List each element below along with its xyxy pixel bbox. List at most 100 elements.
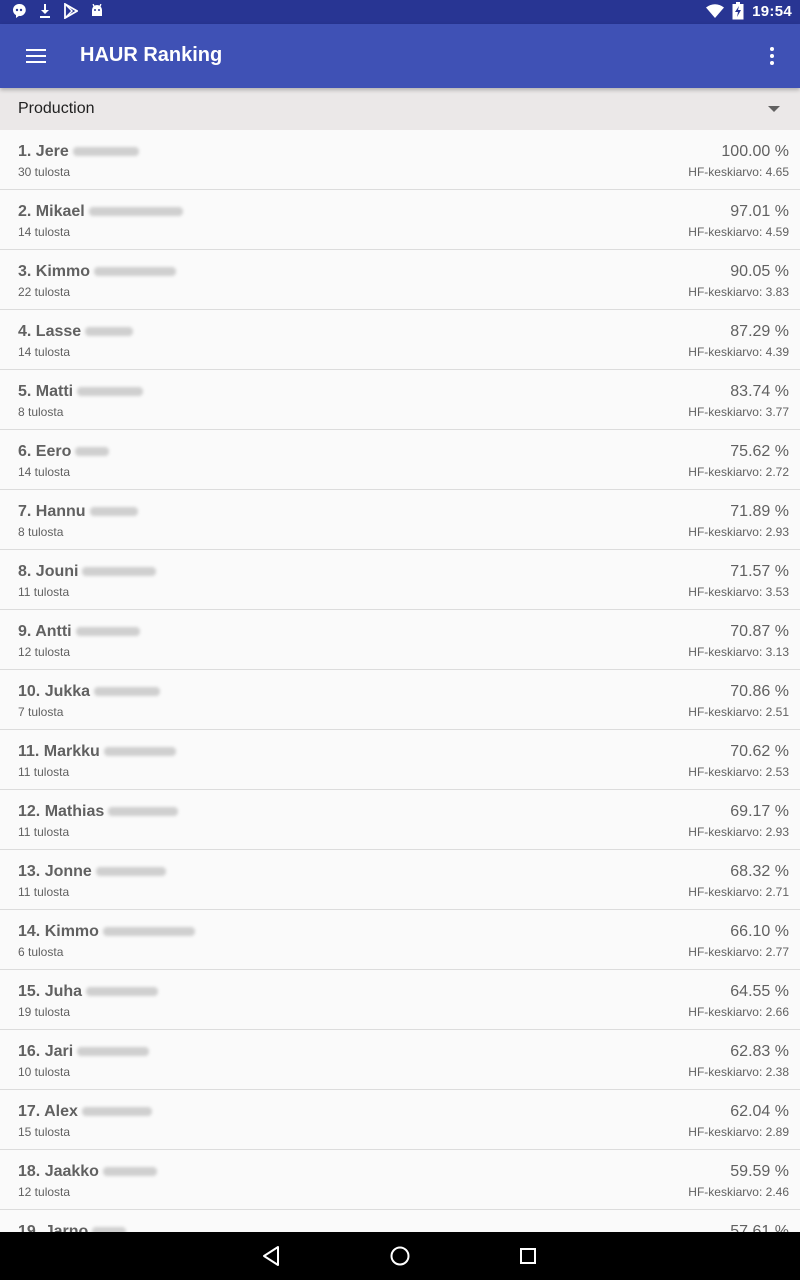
ranking-row[interactable]: 13. Jonne 11 tulosta 68.32 % HF-keskiarvo: … [0, 850, 800, 910]
shooter-name-line: 13. Jonne [18, 863, 166, 881]
result-count: 30 tulosta [18, 165, 71, 179]
hit-factor-average: HF-keskiarvo: 3.77 [688, 405, 789, 419]
ranking-percentage: 87.29 % [730, 323, 789, 340]
hit-factor-average: HF-keskiarvo: 4.65 [688, 165, 789, 179]
navigation-menu-button[interactable] [16, 40, 56, 72]
result-count: 12 tulosta [18, 645, 71, 659]
shooter-rank-and-name: 17. Alex [18, 1103, 78, 1120]
ranking-row[interactable]: 9. Antti 12 tulosta 70.87 % HF-keskiarvo: 3… [0, 610, 800, 670]
hit-factor-average: HF-keskiarvo: 3.13 [688, 645, 789, 659]
redacted-surname [81, 1107, 152, 1117]
hit-factor-average: HF-keskiarvo: 2.93 [688, 825, 789, 839]
ranking-percentage: 71.57 % [730, 563, 789, 580]
home-icon [390, 1246, 410, 1266]
result-count: 10 tulosta [18, 1065, 71, 1079]
shooter-name-line: 1. Jere [18, 143, 139, 161]
redacted-surname [102, 1167, 157, 1177]
ranking-percentage: 57.61 % [730, 1223, 789, 1232]
ranking-percentage: 66.10 % [730, 923, 789, 940]
ranking-row[interactable]: 15. Juha 19 tulosta 64.55 % HF-keskiarvo: 2… [0, 970, 800, 1030]
result-count: 15 tulosta [18, 1125, 71, 1139]
ranking-row[interactable]: 19. Jarno 57.61 % [0, 1210, 800, 1232]
shooter-name-line: 19. Jarno [18, 1223, 127, 1232]
result-count: 11 tulosta [18, 885, 70, 899]
shooter-name-line: 12. Mathias [18, 803, 179, 821]
shooter-name-line: 17. Alex [18, 1103, 152, 1121]
result-count: 14 tulosta [18, 345, 71, 359]
hamburger-menu-icon [26, 49, 46, 63]
ranking-row[interactable]: 17. Alex 15 tulosta 62.04 % HF-keskiarvo: 2… [0, 1090, 800, 1150]
redacted-surname [89, 507, 138, 517]
hit-factor-average: HF-keskiarvo: 2.93 [688, 525, 789, 539]
shooter-rank-and-name: 10. Jukka [18, 683, 91, 700]
ranking-row[interactable]: 18. Jaakko 12 tulosta 59.59 % HF-keskiarvo:… [0, 1150, 800, 1210]
battery-icon [732, 2, 744, 20]
shooter-name-line: 14. Kimmo [18, 923, 195, 941]
hit-factor-average: HF-keskiarvo: 2.46 [688, 1185, 789, 1199]
hit-factor-average: HF-keskiarvo: 2.51 [688, 705, 789, 719]
result-count: 7 tulosta [18, 705, 64, 719]
ranking-row[interactable]: 1. Jere 30 tulosta 100.00 % HF-keskiarvo: 4… [0, 130, 800, 190]
ranking-row[interactable]: 16. Jari 10 tulosta 62.83 % HF-keskiarvo: 2… [0, 1030, 800, 1090]
result-count: 22 tulosta [18, 285, 71, 299]
ranking-row[interactable]: 3. Kimmo 22 tulosta 90.05 % HF-keskiarvo: 3… [0, 250, 800, 310]
app-bar: HAUR Ranking [0, 24, 800, 88]
redacted-surname [95, 867, 166, 877]
ranking-row[interactable]: 6. Eero 14 tulosta 75.62 % HF-keskiarvo: 2.… [0, 430, 800, 490]
shooter-name-line: 10. Jukka [18, 683, 161, 701]
shooter-name-line: 6. Eero [18, 443, 110, 461]
result-count: 8 tulosta [18, 405, 64, 419]
redacted-surname [102, 927, 195, 937]
shooter-name-line: 16. Jari [18, 1043, 150, 1061]
wifi-icon [706, 4, 725, 18]
ranking-row[interactable]: 8. Jouni 11 tulosta 71.57 % HF-keskiarvo: 3… [0, 550, 800, 610]
shooter-rank-and-name: 7. Hannu [18, 503, 86, 520]
ranking-percentage: 97.01 % [730, 203, 789, 220]
result-count: 12 tulosta [18, 1185, 71, 1199]
hit-factor-average: HF-keskiarvo: 3.83 [688, 285, 789, 299]
notification-icons [12, 3, 104, 19]
more-vert-icon [770, 47, 774, 65]
division-dropdown[interactable]: Production [0, 88, 800, 130]
ranking-row[interactable]: 4. Lasse 14 tulosta 87.29 % HF-keskiarvo: 4… [0, 310, 800, 370]
hit-factor-average: HF-keskiarvo: 2.71 [688, 885, 789, 899]
shooter-name-line: 18. Jaakko [18, 1163, 157, 1181]
shooter-rank-and-name: 8. Jouni [18, 563, 79, 580]
ranking-percentage: 75.62 % [730, 443, 789, 460]
shooter-rank-and-name: 13. Jonne [18, 863, 92, 880]
hit-factor-average: HF-keskiarvo: 2.66 [688, 1005, 789, 1019]
hit-factor-average: HF-keskiarvo: 2.77 [688, 945, 789, 959]
ranking-row[interactable]: 12. Mathias 11 tulosta 69.17 % HF-keskiarvo… [0, 790, 800, 850]
result-count: 11 tulosta [18, 825, 70, 839]
redacted-surname [72, 147, 139, 157]
redacted-surname [77, 1047, 150, 1057]
home-button[interactable] [388, 1244, 412, 1268]
hit-factor-average: HF-keskiarvo: 2.38 [688, 1065, 789, 1079]
ranking-percentage: 71.89 % [730, 503, 789, 520]
ranking-percentage: 62.83 % [730, 1043, 789, 1060]
hit-factor-average: HF-keskiarvo: 2.72 [688, 465, 789, 479]
recents-button[interactable] [516, 1244, 540, 1268]
system-indicators: 19:54 [706, 2, 792, 20]
ranking-row[interactable]: 2. Mikael 14 tulosta 97.01 % HF-keskiarvo: … [0, 190, 800, 250]
ranking-row[interactable]: 11. Markku 11 tulosta 70.62 % HF-keskiarvo:… [0, 730, 800, 790]
overflow-menu-button[interactable] [760, 40, 784, 72]
shooter-rank-and-name: 1. Jere [18, 143, 69, 160]
result-count: 11 tulosta [18, 585, 70, 599]
app-title: HAUR Ranking [80, 44, 223, 66]
ranking-row[interactable]: 14. Kimmo 6 tulosta 66.10 % HF-keskiarvo: 2… [0, 910, 800, 970]
ranking-list[interactable]: 1. Jere 30 tulosta 100.00 % HF-keskiarvo: 4… [0, 130, 800, 1232]
shooter-rank-and-name: 14. Kimmo [18, 923, 99, 940]
ranking-percentage: 70.87 % [730, 623, 789, 640]
ranking-percentage: 100.00 % [721, 143, 789, 160]
result-count: 14 tulosta [18, 465, 71, 479]
redacted-surname [75, 447, 110, 457]
clock: 19:54 [752, 2, 792, 20]
hit-factor-average: HF-keskiarvo: 4.39 [688, 345, 789, 359]
shooter-name-line: 11. Markku [18, 743, 176, 761]
ranking-row[interactable]: 5. Matti 8 tulosta 83.74 % HF-keskiarvo: 3.… [0, 370, 800, 430]
back-button[interactable] [260, 1244, 284, 1268]
recents-icon [520, 1248, 536, 1264]
ranking-row[interactable]: 10. Jukka 7 tulosta 70.86 % HF-keskiarvo: 2… [0, 670, 800, 730]
ranking-row[interactable]: 7. Hannu 8 tulosta 71.89 % HF-keskiarvo: 2.… [0, 490, 800, 550]
